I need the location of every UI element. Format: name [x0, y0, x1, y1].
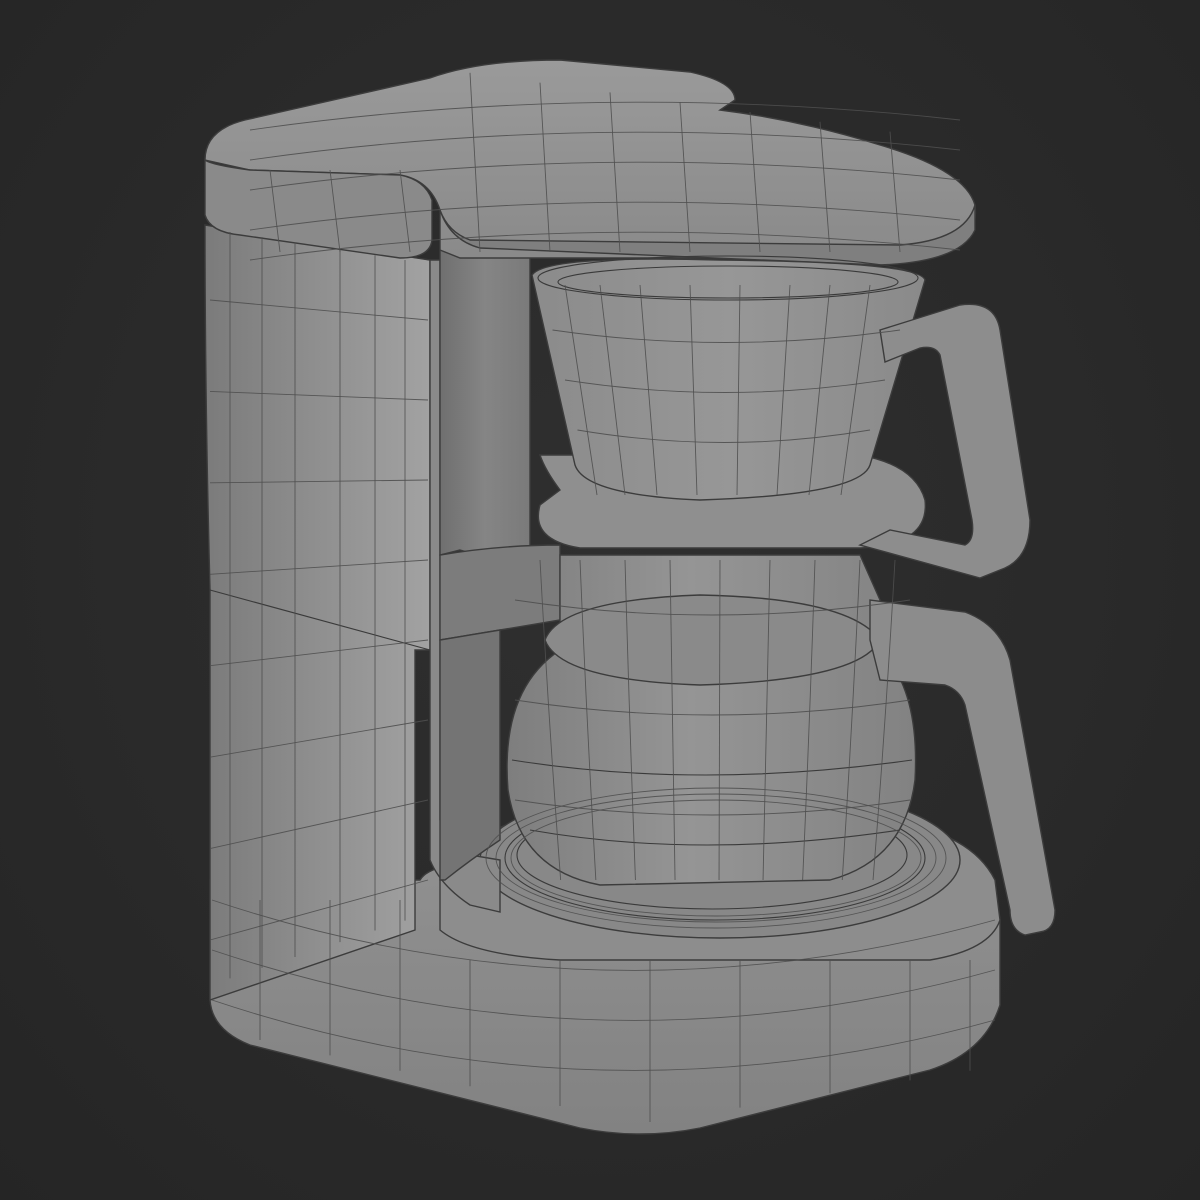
coffee-maker-model: [204, 59, 1056, 1135]
filter-handle: [858, 303, 1031, 579]
filter-basket: [531, 255, 1031, 579]
3d-viewport[interactable]: [0, 0, 1200, 1200]
